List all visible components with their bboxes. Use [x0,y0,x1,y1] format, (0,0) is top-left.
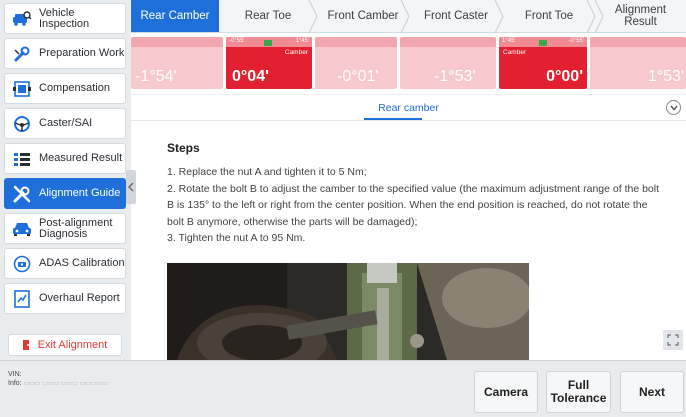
tab-label: Alignment Result [614,4,667,28]
subtab-underline [364,118,422,120]
wrench-icon [11,44,33,64]
full-tolerance-button[interactable]: Full Tolerance [546,371,611,413]
gauge-dim-4: -1°53' [400,37,496,89]
steps-content: Steps 1. Replace the nut A and tighten i… [131,121,686,247]
sidebar-item-label: Preparation Work [39,47,125,59]
gauge-label: Camber [284,49,308,56]
step-2: 2. Rotate the bolt B to adjust the cambe… [167,182,660,228]
car-icon [11,219,33,239]
gauge-dim-6: 1°53' [590,37,686,89]
sidebar-item-label: Compensation [39,82,110,94]
sidebar-item-label: ADAS Calibration [39,257,125,269]
tab-front-toe[interactable]: Front Toe [503,0,596,33]
subtab-rear-camber[interactable]: Rear camber [131,102,686,114]
gauge-front-camber-active: 1°45' -0°55' Camber 0°00' [499,37,587,89]
tab-rear-toe[interactable]: Rear Toe [219,0,318,33]
exit-alignment-label: Exit Alignment [37,339,108,351]
gauge-value: 0°04' [232,68,269,85]
tab-bar: Rear Camber Rear Toe Front Camber Front … [131,0,686,33]
sidebar-item-adas-calibration[interactable]: ADAS Calibration [4,248,126,279]
tab-label: Front Camber [327,10,399,22]
info-label: Info: [8,380,22,387]
gauge-value: -0°01' [337,68,379,85]
tab-alignment-result[interactable]: Alignment Result [594,0,686,33]
step-1: 1. Replace the nut A and tighten it to 5… [167,166,367,178]
tolerance-green-segment [539,40,547,46]
sidebar-item-label: Overhaul Report [39,292,120,304]
gauge-min: -0°55' [229,38,245,44]
sidebar-collapse-handle[interactable] [126,170,136,204]
vehicle-info: VIN: Info: ▭▭▭ ▭▭▭ ▭▭▭ ▭▭▭▭▭ [8,370,108,389]
subtab-bar: Rear camber [131,95,686,121]
tab-label: Front Caster [424,10,488,22]
adas-icon [11,254,33,274]
sidebar-item-preparation-work[interactable]: Preparation Work [4,38,126,69]
sidebar: Vehicle Inspection Preparation Work Comp… [0,0,130,360]
sidebar-item-overhaul-report[interactable]: Overhaul Report [4,283,126,314]
gauge-strip: -1°54' -0°55' 1°45' Camber 0°04' -0°01' … [131,33,686,95]
sidebar-item-caster-sai[interactable]: Caster/SAI [4,108,126,139]
tab-label: Rear Camber [140,10,210,22]
gauge-dim-3: -0°01' [315,37,397,89]
next-button[interactable]: Next [620,371,684,413]
gauge-value: 1°53' [647,68,684,85]
sidebar-item-label: Post-alignment Diagnosis [39,216,113,240]
steps-title: Steps [167,141,200,155]
sidebar-item-label: Alignment Guide [39,187,121,199]
collapse-chevron-icon[interactable] [666,100,681,115]
vin-label: VIN: [8,371,22,378]
chevron-left-icon [128,182,134,192]
tab-front-caster[interactable]: Front Caster [409,0,504,33]
tab-front-camber[interactable]: Front Camber [317,0,410,33]
suspension-photo [167,263,529,360]
gauge-bar [315,37,397,47]
sidebar-item-label: Vehicle Inspection [39,6,90,30]
tolerance-green-segment [264,40,272,46]
sidebar-item-post-alignment-diagnosis[interactable]: Post-alignment Diagnosis [4,213,126,244]
gauge-bar [131,37,223,47]
exit-alignment-button[interactable]: Exit Alignment [8,334,122,356]
list-icon [11,149,33,169]
sidebar-item-label: Measured Result [39,152,123,164]
gauge-value: -1°53' [434,68,476,85]
tab-separator-icon [594,0,604,33]
fullscreen-icon[interactable] [663,330,683,350]
gauge-value: 0°00' [546,68,583,85]
gauge-max: -0°55' [568,38,584,44]
compensation-icon [11,79,33,99]
tab-rear-camber[interactable]: Rear Camber [131,0,219,32]
gauge-bar [400,37,496,47]
gauge-bar [590,37,686,47]
tab-label: Front Toe [524,10,574,22]
gauge-rear-left-camber: -1°54' [131,37,223,89]
report-icon [11,289,33,309]
sidebar-item-compensation[interactable]: Compensation [4,73,126,104]
steering-wheel-icon [11,114,33,134]
sidebar-item-alignment-guide[interactable]: Alignment Guide [4,178,126,209]
main-panel: Rear Camber Rear Toe Front Camber Front … [131,0,686,360]
sidebar-item-label: Caster/SAI [39,117,93,129]
camera-button[interactable]: Camera [474,371,538,413]
gauge-rear-camber-active: -0°55' 1°45' Camber 0°04' [226,37,312,89]
gauge-label: Camber [503,49,527,56]
info-value-obscured: ▭▭▭ ▭▭▭ ▭▭▭ ▭▭▭▭▭ [23,381,108,387]
car-search-icon [11,9,33,29]
gauge-max: 1°45' [295,38,309,44]
tab-label: Rear Toe [244,10,292,22]
sidebar-item-measured-result[interactable]: Measured Result [4,143,126,174]
gauge-value: -1°54' [135,68,177,85]
exit-icon [22,340,33,350]
footer-bar: VIN: Info: ▭▭▭ ▭▭▭ ▭▭▭ ▭▭▭▭▭ Camera Full… [0,360,686,417]
sidebar-item-vehicle-inspection[interactable]: Vehicle Inspection [4,3,126,34]
tools-icon [11,184,33,204]
gauge-min: 1°45' [502,38,516,44]
step-3: 3. Tighten the nut A to 95 Nm. [167,232,306,244]
